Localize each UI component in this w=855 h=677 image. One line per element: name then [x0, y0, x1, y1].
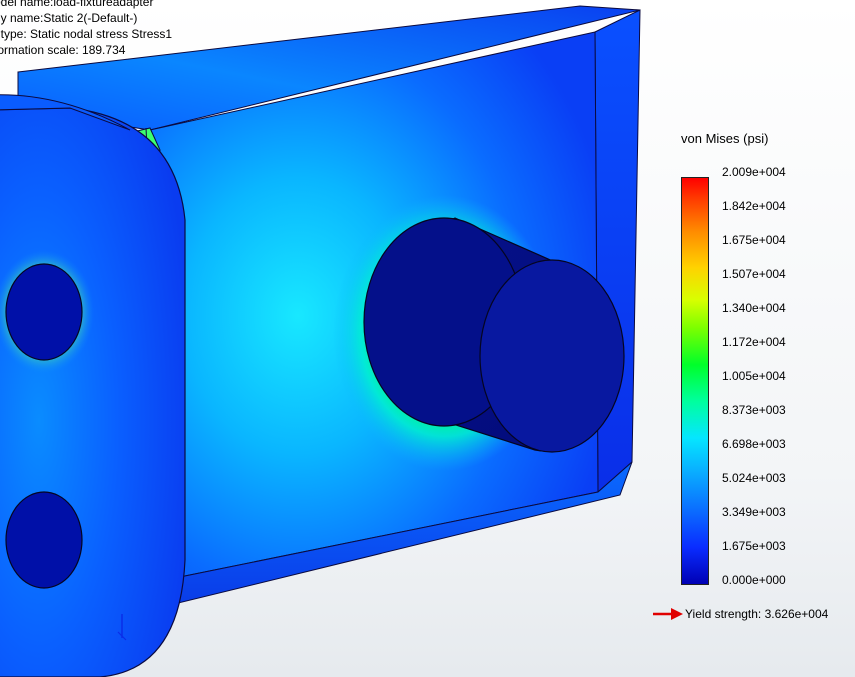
deformation-scale: formation scale: 189.734 [0, 43, 126, 57]
study-name: dy name:Static 2(-Default-) [0, 11, 138, 25]
study-model-name: odel name:load-fixtureadapter [0, 0, 154, 9]
yield-strength-label: Yield strength: 3.626e+004 [685, 607, 829, 621]
legend-tick: 1.340e+004 [722, 301, 786, 315]
legend-tick: 6.698e+003 [722, 437, 786, 451]
pin-end-face [479, 259, 625, 453]
axis-triad-icon [117, 614, 127, 641]
legend-title: von Mises (psi) [681, 131, 769, 146]
legend-tick: 1.842e+004 [722, 199, 786, 213]
upper-hole [5, 263, 83, 361]
left-plate-face [0, 107, 186, 677]
legend-tick: 0.000e+000 [722, 573, 786, 587]
legend-tick: 3.349e+003 [722, 505, 786, 519]
lower-hole [5, 491, 83, 589]
legend-tick: 1.507e+004 [722, 267, 786, 281]
stress-colorbar[interactable] [681, 177, 709, 585]
legend-tick: 1.675e+003 [722, 539, 786, 553]
legend-tick: 1.675e+004 [722, 233, 786, 247]
plot-type: t type: Static nodal stress Stress1 [0, 27, 173, 41]
legend-tick: 1.172e+004 [722, 335, 786, 349]
legend-tick: 8.373e+003 [722, 403, 786, 417]
legend-tick: 1.005e+004 [722, 369, 786, 383]
legend-tick: 2.009e+004 [722, 165, 786, 179]
legend-tick: 5.024e+003 [722, 471, 786, 485]
red-arrow-icon [653, 608, 683, 620]
